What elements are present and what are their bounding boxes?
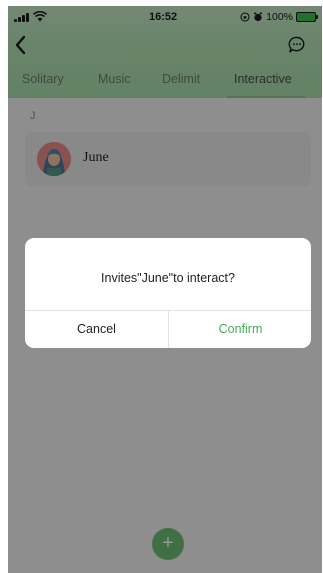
cancel-button[interactable]: Cancel (25, 311, 168, 348)
confirm-dialog: Invites"June"to interact? Cancel Confirm (25, 238, 311, 348)
dialog-message: Invites"June"to interact? (101, 271, 235, 285)
confirm-button[interactable]: Confirm (169, 311, 311, 348)
app-screen: 16:52 100% Solitary Music Delimit Intera… (8, 6, 322, 573)
